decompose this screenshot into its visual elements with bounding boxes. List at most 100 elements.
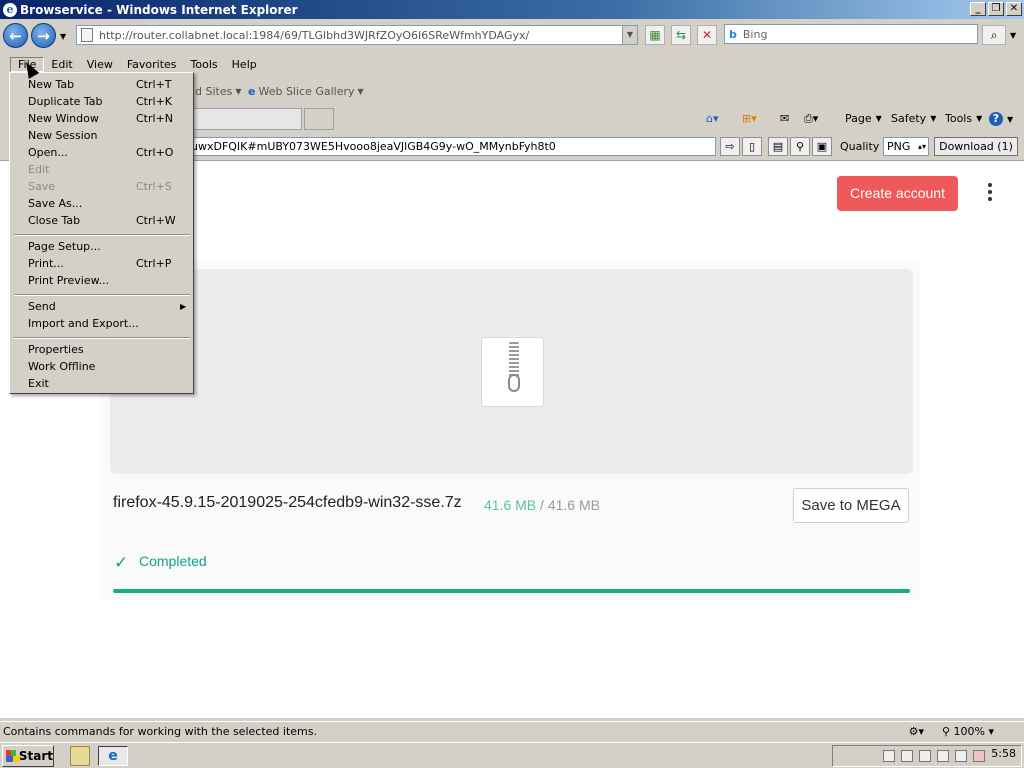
- start-button[interactable]: Start: [2, 745, 54, 767]
- back-button[interactable]: ←: [3, 23, 28, 48]
- bookmark-list-icon[interactable]: ▤: [768, 137, 788, 156]
- title-bar: e Browservice - Windows Internet Explore…: [0, 0, 1024, 19]
- clock[interactable]: 5:58: [991, 747, 1016, 760]
- quality-label: Quality: [840, 140, 880, 153]
- refresh-icon[interactable]: ⇆: [671, 25, 691, 45]
- menu-item-edit: Edit: [28, 163, 50, 176]
- menu-edit[interactable]: Edit: [44, 58, 79, 71]
- zoom-level[interactable]: ⚲ 100% ▾: [942, 725, 994, 738]
- recent-pages-icon[interactable]: ▼: [60, 32, 66, 41]
- clipboard-icon[interactable]: ▣: [812, 137, 832, 156]
- ie-taskbar-icon[interactable]: e: [98, 746, 128, 766]
- menu-shortcut: Ctrl+N: [136, 112, 174, 125]
- print-icon[interactable]: ⎙▾: [804, 112, 818, 126]
- network-icon[interactable]: [937, 750, 949, 762]
- menu-separator: [14, 337, 190, 339]
- flag-icon[interactable]: [919, 750, 931, 762]
- menu-shortcut: Ctrl+O: [136, 146, 174, 159]
- menu-item-print[interactable]: Print...: [28, 257, 64, 270]
- security-icon[interactable]: [901, 750, 913, 762]
- page-menu[interactable]: Page ▼: [845, 112, 882, 125]
- menu-item-open[interactable]: Open...: [28, 146, 68, 159]
- safety-menu[interactable]: Safety ▼: [891, 112, 936, 125]
- size-downloaded: 41.6 MB: [484, 497, 537, 513]
- download-button[interactable]: Download (1): [934, 137, 1018, 156]
- help-menu[interactable]: ? ▼: [989, 112, 1013, 126]
- menu-item-print-preview[interactable]: Print Preview...: [28, 274, 109, 287]
- stop-icon[interactable]: ✕: [697, 25, 717, 45]
- minimize-button[interactable]: _: [970, 2, 986, 16]
- feeds-icon[interactable]: ⊞▾: [742, 112, 757, 125]
- go-icon[interactable]: ⇨: [720, 137, 740, 156]
- tray-icon[interactable]: [883, 750, 895, 762]
- progress-bar: [113, 589, 910, 593]
- menu-item-page-setup[interactable]: Page Setup...: [28, 240, 101, 253]
- file-size: 41.6 MB / 41.6 MB: [484, 497, 600, 513]
- menu-item-send[interactable]: Send: [28, 300, 56, 313]
- create-account-button[interactable]: Create account: [837, 176, 958, 211]
- more-options-icon[interactable]: [985, 183, 995, 203]
- zoom-value: 100%: [953, 725, 985, 738]
- window-title: Browservice - Windows Internet Explorer: [20, 2, 298, 17]
- address-dropdown-icon[interactable]: ▼: [622, 26, 637, 44]
- menu-favorites[interactable]: Favorites: [120, 58, 184, 71]
- page-icon: [81, 28, 93, 42]
- address-bar[interactable]: http://router.collabnet.local:1984/69/TL…: [76, 25, 638, 45]
- forward-button[interactable]: →: [31, 23, 56, 48]
- url-host: http://router.collabnet.local: [99, 28, 249, 42]
- find-icon[interactable]: ⚲: [790, 137, 810, 156]
- menu-item-new-tab[interactable]: New Tab: [28, 78, 74, 91]
- quality-value: PNG: [887, 140, 911, 153]
- address-row: ← → ▼ http://router.collabnet.local:1984…: [0, 19, 1024, 52]
- tools-menu[interactable]: Tools ▼: [945, 112, 982, 125]
- menu-shortcut: Ctrl+T: [136, 78, 172, 91]
- mail-icon[interactable]: ✉: [780, 112, 789, 125]
- web-slice-label: Web Slice Gallery: [258, 85, 355, 98]
- suggested-sites-link[interactable]: d Sites ▼: [195, 85, 242, 98]
- new-tab-button[interactable]: [304, 108, 334, 130]
- menu-help[interactable]: Help: [225, 58, 264, 71]
- chevron-down-icon: ▼: [235, 87, 242, 96]
- quality-spin-icon[interactable]: ▴▾: [918, 138, 926, 155]
- menu-item-new-window[interactable]: New Window: [28, 112, 99, 125]
- maximize-button[interactable]: ❐: [988, 2, 1004, 16]
- tab-current[interactable]: [190, 108, 302, 130]
- download-card: firefox-45.9.15-2019025-254cfedb9-win32-…: [100, 261, 920, 601]
- menu-shortcut: Ctrl+S: [136, 180, 172, 193]
- home-icon[interactable]: ⌂▾: [706, 112, 719, 125]
- volume-muted-icon[interactable]: [973, 750, 985, 762]
- menu-item-duplicate-tab[interactable]: Duplicate Tab: [28, 95, 103, 108]
- search-input[interactable]: b Bing: [724, 24, 978, 44]
- close-button[interactable]: ✕: [1006, 2, 1022, 16]
- menu-item-exit[interactable]: Exit: [28, 377, 49, 390]
- menu-shortcut: Ctrl+P: [136, 257, 172, 270]
- check-icon: ✓: [114, 553, 129, 573]
- compatibility-view-icon[interactable]: ▦: [645, 25, 665, 45]
- search-options-icon[interactable]: ▼: [1010, 31, 1016, 40]
- menu-item-properties[interactable]: Properties: [28, 343, 84, 356]
- menu-item-work-offline[interactable]: Work Offline: [28, 360, 95, 373]
- status-bar: Contains commands for working with the s…: [0, 721, 1024, 741]
- status-text: Completed: [139, 553, 207, 569]
- network-icon[interactable]: [955, 750, 967, 762]
- search-icon[interactable]: ⌕: [982, 25, 1006, 45]
- suggested-sites-label: d Sites: [195, 85, 233, 98]
- submenu-arrow-icon: ▶: [180, 302, 187, 311]
- protected-mode-icon[interactable]: ⚙▾: [909, 725, 924, 738]
- menu-item-import-export[interactable]: Import and Export...: [28, 317, 139, 330]
- menu-item-close-tab[interactable]: Close Tab: [28, 214, 80, 227]
- taskbar: Start e 5:58: [0, 742, 1024, 768]
- explorer-icon[interactable]: [70, 746, 90, 766]
- help-icon: ?: [989, 112, 1003, 126]
- menu-view[interactable]: View: [80, 58, 120, 71]
- browservice-url-field[interactable]: uwxDFQIK#mUBY073WE5Hvooo8jeaVJlGB4G9y-wO…: [186, 137, 716, 156]
- menu-item-save-as[interactable]: Save As...: [28, 197, 82, 210]
- web-slice-gallery-link[interactable]: e Web Slice Gallery ▼: [248, 85, 364, 98]
- menu-shortcut: Ctrl+W: [136, 214, 176, 227]
- quality-select[interactable]: PNG ▴▾: [883, 137, 929, 156]
- save-to-mega-button[interactable]: Save to MEGA: [793, 488, 909, 523]
- url-path: :1984/69/TLGlbhd3WJRfZOyO6I6SReWfmhYDAGy…: [248, 28, 530, 42]
- menu-item-new-session[interactable]: New Session: [28, 129, 97, 142]
- menu-tools[interactable]: Tools: [184, 58, 225, 71]
- bookmark-icon[interactable]: ▯: [742, 137, 762, 156]
